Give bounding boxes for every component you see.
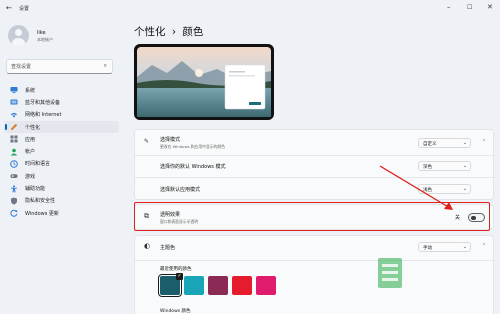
sidebar-item-label: 辅助功能 <box>25 186 46 193</box>
brush-icon: ✎ <box>144 138 150 145</box>
color-swatch[interactable] <box>232 276 252 295</box>
breadcrumb: 个性化 › 颜色 <box>134 24 203 39</box>
pen-icon <box>10 123 18 131</box>
color-swatch[interactable] <box>208 276 228 295</box>
sidebar-item-label: 帐户 <box>25 149 36 156</box>
choose-mode-row[interactable]: ✎ 选择模式 更改在 Windows 和应用中显示的颜色 自定义 ⌄ ⌃ <box>135 130 495 155</box>
sidebar-item-label: 隐私和安全性 <box>25 198 56 205</box>
globe-clock-icon <box>10 160 18 168</box>
watermark-logo <box>378 258 402 288</box>
sidebar-item-accessibility[interactable]: 辅助功能 <box>4 182 119 194</box>
sidebar-item-label: Windows 更新 <box>25 210 59 217</box>
sidebar-item-label: 应用 <box>25 136 36 143</box>
gamepad-icon <box>10 172 18 180</box>
sidebar-item-bluetooth[interactable]: 蓝牙和其他设备 <box>4 96 119 108</box>
user-name: like <box>37 30 46 36</box>
sidebar-item-network[interactable]: 网络和 Internet <box>4 109 119 121</box>
sidebar-item-privacy[interactable]: 隐私和安全性 <box>4 195 119 207</box>
accent-color-card: ◐ 主题色 手动 ⌄ ⌃ 最近使用的颜色 ✓ Windows 颜色 <box>134 235 495 314</box>
divider <box>135 260 495 261</box>
dropdown-value: 自定义 <box>423 141 437 147</box>
sidebar-item-label: 游戏 <box>25 173 36 180</box>
accent-color-row[interactable]: ◐ 主题色 手动 ⌄ ⌃ <box>135 236 495 260</box>
apps-icon <box>10 135 18 143</box>
avatar <box>8 25 29 46</box>
person-icon <box>10 148 18 156</box>
windows-colors-label: Windows 颜色 <box>160 309 191 314</box>
theme-preview <box>134 44 274 120</box>
chevron-down-icon: ⌄ <box>462 185 467 192</box>
sidebar-item-label: 网络和 Internet <box>25 112 62 119</box>
chevron-down-icon: ⌄ <box>462 139 467 146</box>
wifi-icon <box>10 111 18 119</box>
shield-icon <box>10 197 18 205</box>
sidebar-item-apps[interactable]: 应用 <box>4 133 119 145</box>
breadcrumb-parent[interactable]: 个性化 <box>134 26 166 38</box>
recent-colors-list: ✓ <box>158 273 276 297</box>
sidebar-item-windows-update[interactable]: Windows 更新 <box>4 207 119 219</box>
back-arrow-icon[interactable]: ← <box>6 4 12 12</box>
chevron-down-icon: ⌄ <box>462 243 467 250</box>
wallpaper-preview-image <box>137 47 271 117</box>
sidebar-item-label: 蓝牙和其他设备 <box>25 99 61 106</box>
title-bar: ← 设置 – ☐ ✕ <box>0 0 500 18</box>
bluetooth-icon <box>10 98 18 106</box>
sidebar-item-personalization[interactable]: 个性化 <box>4 120 119 134</box>
color-swatch[interactable] <box>256 276 276 295</box>
sidebar-item-time-language[interactable]: 时间和语言 <box>4 158 119 170</box>
choose-mode-subtitle: 更改在 Windows 和应用中显示的颜色 <box>160 144 225 149</box>
chevron-up-icon[interactable]: ⌃ <box>482 139 486 145</box>
choose-mode-title: 选择模式 <box>160 137 181 143</box>
chevron-up-icon[interactable]: ⌃ <box>482 243 486 249</box>
accent-color-dropdown[interactable]: 手动 ⌄ <box>418 242 471 252</box>
sidebar-item-label: 时间和语言 <box>25 161 51 168</box>
sidebar-item-accounts[interactable]: 帐户 <box>4 145 119 157</box>
app-mode-label: 选择默认应用模式 <box>160 187 201 193</box>
minimize-icon[interactable]: – <box>447 3 451 11</box>
chevron-down-icon: ⌄ <box>462 162 467 169</box>
sidebar-item-gaming[interactable]: 游戏 <box>4 170 119 182</box>
update-icon <box>10 209 18 217</box>
accessibility-icon <box>10 184 18 193</box>
maximize-icon[interactable]: ☐ <box>467 4 472 11</box>
annotation-arrow <box>379 165 453 210</box>
sidebar-item-label: 个性化 <box>25 124 41 131</box>
accent-color-title: 主题色 <box>160 245 176 251</box>
search-box[interactable]: ⌕ <box>6 59 113 74</box>
sidebar-nav: 系统 蓝牙和其他设备 网络和 Internet 个性化 应用 帐户 时间和语言 … <box>4 84 119 219</box>
search-input[interactable] <box>11 63 99 71</box>
recent-colors-label: 最近使用的颜色 <box>160 267 192 272</box>
search-icon[interactable]: ⌕ <box>104 62 107 70</box>
close-icon[interactable]: ✕ <box>487 3 493 11</box>
window-title: 设置 <box>19 6 30 12</box>
dropdown-value: 手动 <box>423 245 432 251</box>
color-swatch[interactable]: ✓ <box>158 273 183 297</box>
breadcrumb-separator: › <box>171 26 177 38</box>
sidebar-item-label: 系统 <box>25 87 36 94</box>
palette-icon: ◐ <box>144 242 151 250</box>
color-swatch[interactable] <box>184 276 204 295</box>
sidebar-item-system[interactable]: 系统 <box>4 84 119 96</box>
choose-mode-dropdown[interactable]: 自定义 ⌄ <box>418 138 471 148</box>
page-title: 颜色 <box>182 26 204 38</box>
account-type: 本地帐户 <box>37 37 53 42</box>
monitor-icon <box>10 86 18 94</box>
windows-mode-label: 选择你的默认 Windows 模式 <box>160 164 226 170</box>
check-icon: ✓ <box>176 273 183 280</box>
